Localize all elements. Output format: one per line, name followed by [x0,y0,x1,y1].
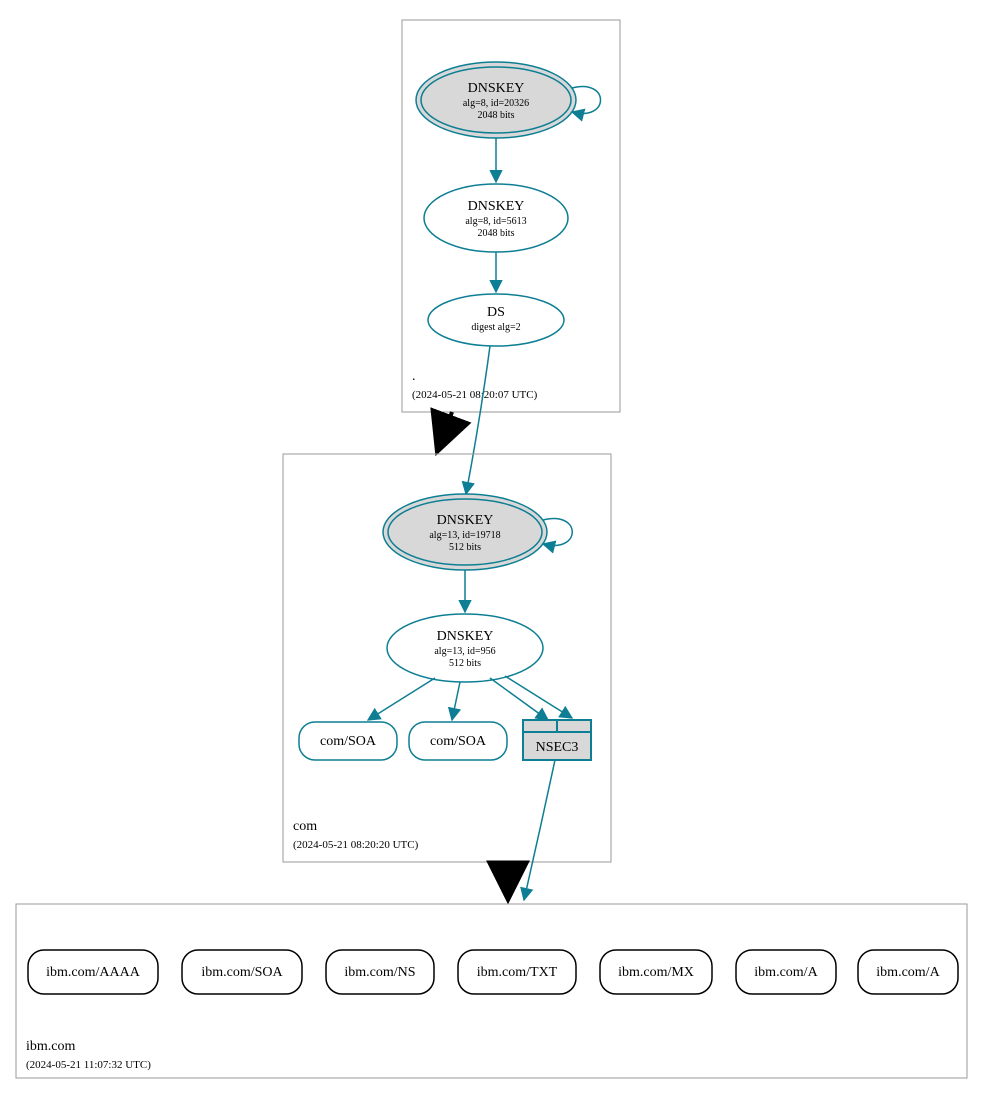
ibm-record-txt: ibm.com/TXT [458,950,576,994]
zone-root-timestamp: (2024-05-21 08:20:07 UTC) [412,389,538,401]
edge-com-zsk-to-soa2 [452,682,460,720]
edge-delegation-root-to-com [437,412,452,452]
zone-ibm: ibm.com (2024-05-21 11:07:32 UTC) ibm.co… [16,904,967,1078]
edge-com-zsk-to-soa1 [368,678,435,720]
root-ds-alg: digest alg=2 [471,322,520,333]
root-zsk-alg: alg=8, id=5613 [465,216,526,227]
com-zsk-node: DNSKEY alg=13, id=956 512 bits [387,614,543,682]
com-ksk-title: DNSKEY [437,513,494,528]
edge-com-nsec3-to-ibm [524,760,555,900]
com-soa2-label: com/SOA [430,734,487,749]
root-ksk-alg: alg=8, id=20326 [463,98,529,109]
ibm-rr-a1-label: ibm.com/A [754,965,818,980]
edge-root-ds-to-com-ksk [466,346,490,494]
zone-root: . (2024-05-21 08:20:07 UTC) DNSKEY alg=8… [402,20,620,412]
ibm-record-soa: ibm.com/SOA [182,950,302,994]
com-soa1-label: com/SOA [320,734,377,749]
zone-root-label: . [412,369,416,384]
root-zsk-title: DNSKEY [468,199,525,214]
root-ksk-bits: 2048 bits [478,110,515,121]
root-ksk-node: DNSKEY alg=8, id=20326 2048 bits [416,62,576,138]
root-ds-title: DS [487,305,505,320]
ibm-record-mx: ibm.com/MX [600,950,712,994]
ibm-rr-soa-label: ibm.com/SOA [201,965,283,980]
com-nsec3-label: NSEC3 [536,740,579,755]
root-zsk-node: DNSKEY alg=8, id=5613 2048 bits [424,184,568,252]
ibm-rr-txt-label: ibm.com/TXT [477,965,558,980]
ibm-rr-a2-label: ibm.com/A [876,965,940,980]
com-ksk-bits: 512 bits [449,542,481,553]
com-ksk-alg: alg=13, id=19718 [429,530,500,541]
zone-com-label: com [293,819,317,834]
com-ksk-node: DNSKEY alg=13, id=19718 512 bits [383,494,547,570]
com-zsk-bits: 512 bits [449,658,481,669]
ibm-record-aaaa: ibm.com/AAAA [28,950,158,994]
zone-ibm-timestamp: (2024-05-21 11:07:32 UTC) [26,1059,151,1071]
root-ksk-title: DNSKEY [468,81,525,96]
com-soa-node-1: com/SOA [299,722,397,760]
com-zsk-alg: alg=13, id=956 [434,646,495,657]
com-zsk-title: DNSKEY [437,629,494,644]
zone-com-timestamp: (2024-05-21 08:20:20 UTC) [293,839,419,851]
root-ds-node: DS digest alg=2 [428,294,564,346]
ibm-rr-mx-label: ibm.com/MX [618,965,694,980]
com-soa-node-2: com/SOA [409,722,507,760]
ibm-record-a2: ibm.com/A [858,950,958,994]
ibm-rr-aaaa-label: ibm.com/AAAA [46,965,141,980]
zone-ibm-label: ibm.com [26,1039,75,1054]
com-nsec3-node: NSEC3 [523,720,591,760]
ibm-record-a1: ibm.com/A [736,950,836,994]
dnssec-chain-diagram: . (2024-05-21 08:20:07 UTC) DNSKEY alg=8… [0,0,981,1094]
zone-com: com (2024-05-21 08:20:20 UTC) DNSKEY alg… [283,454,611,862]
root-zsk-bits: 2048 bits [478,228,515,239]
ibm-rr-ns-label: ibm.com/NS [344,965,415,980]
ibm-record-ns: ibm.com/NS [326,950,434,994]
